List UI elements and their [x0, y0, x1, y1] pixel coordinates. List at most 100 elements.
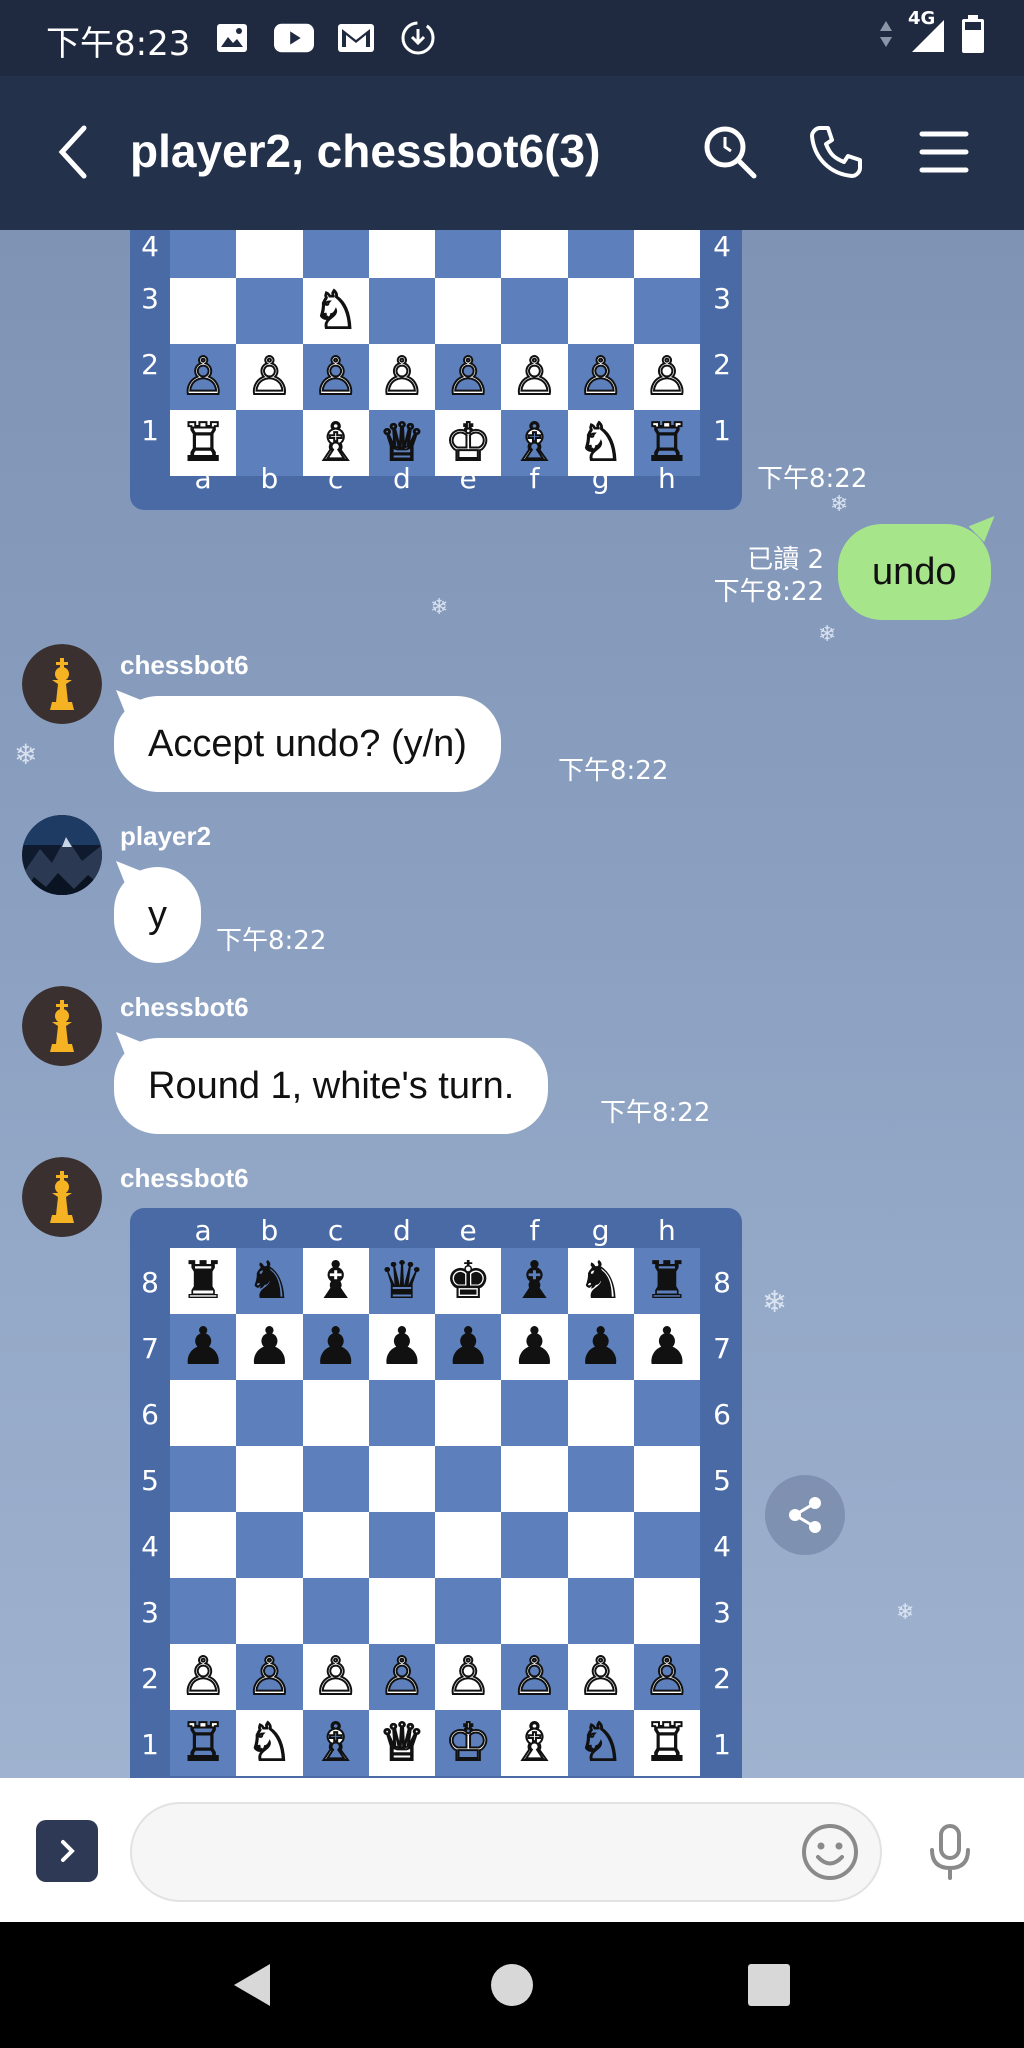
- message-text: Accept undo? (y/n): [148, 722, 467, 765]
- board-squares: ♘ ♙ ♙ ♙ ♙ ♙ ♙ ♙ ♙ ♖ ♗ ♕ ♔ ♗ ♘ ♖: [170, 230, 700, 476]
- board-square: [170, 278, 237, 344]
- avatar[interactable]: [22, 644, 102, 724]
- avatar[interactable]: [22, 986, 102, 1066]
- chess-piece: ♟: [302, 1314, 369, 1380]
- board-square: [501, 1446, 568, 1512]
- sender-name: chessbot6: [120, 650, 249, 680]
- sent-message-bubble[interactable]: undo: [838, 524, 991, 620]
- message-text: Round 1, white's turn.: [148, 1064, 515, 1107]
- board-square: [236, 1578, 303, 1644]
- board-square: [302, 230, 369, 278]
- chess-piece: ♙: [501, 344, 568, 410]
- received-message-bubble[interactable]: Round 1, white's turn.: [114, 1038, 549, 1134]
- signal-icon: 4G: [908, 8, 948, 54]
- chat-header: player2, chessbot6(3): [0, 76, 1024, 230]
- message-field[interactable]: [130, 1802, 882, 1902]
- chess-piece: ♙: [170, 1644, 237, 1710]
- download-icon: [398, 18, 438, 58]
- message-text: undo: [872, 550, 957, 593]
- board-square: [368, 278, 435, 344]
- board-square: [633, 1380, 700, 1446]
- chess-piece: ♞: [567, 1248, 634, 1314]
- chess-piece: ♙: [435, 1644, 502, 1710]
- board-square: [368, 1512, 435, 1578]
- received-message-bubble[interactable]: y: [114, 867, 201, 963]
- board-square: [368, 1578, 435, 1644]
- chevron-right-icon[interactable]: [36, 1820, 98, 1882]
- board-square: [567, 278, 634, 344]
- chat-area[interactable]: ❄ ❄ ❄ ❄ ❄ ❄ 4 3 2 1 4 3 2 1 ♘ ♙ ♙ ♙ ♙ ♙ ♙ ♙ ♙ ♖ ♗ ♕…: [0, 230, 1024, 1778]
- home-circle-icon[interactable]: [487, 1960, 537, 2010]
- system-nav-bar: [0, 1922, 1024, 2048]
- message-text: y: [148, 893, 167, 936]
- chess-piece: ♔: [435, 1710, 502, 1776]
- share-button[interactable]: [765, 1475, 845, 1555]
- chess-piece: ♕: [368, 1710, 435, 1776]
- board-square: [567, 1380, 634, 1446]
- board-rank-labels-left: 4 3 2 1: [141, 230, 159, 447]
- youtube-icon: [274, 18, 314, 58]
- avatar[interactable]: [22, 815, 102, 895]
- chess-piece: ♙: [633, 1644, 700, 1710]
- chess-piece: ♙: [435, 344, 502, 410]
- chevron-left-icon[interactable]: [52, 122, 100, 182]
- board-square: [435, 1380, 502, 1446]
- sender-name: chessbot6: [120, 992, 249, 1022]
- chess-piece: ♟: [170, 1314, 237, 1380]
- chess-piece: ♘: [302, 278, 369, 344]
- board-file-labels: a b c d e f g h: [194, 1214, 676, 1247]
- board-square: [368, 230, 435, 278]
- microphone-icon[interactable]: [920, 1822, 980, 1882]
- chess-board-previous[interactable]: 4 3 2 1 4 3 2 1 ♘ ♙ ♙ ♙ ♙ ♙ ♙ ♙ ♙ ♖ ♗ ♕ ♔ ♗ ♘ ♖ a b c d…: [130, 230, 742, 510]
- board-square: [435, 1578, 502, 1644]
- board-file-labels: a b c d e f g h: [194, 462, 676, 495]
- board-square: [501, 1578, 568, 1644]
- chess-piece: ♗: [501, 1710, 568, 1776]
- board-square: [567, 1446, 634, 1512]
- sender-name: chessbot6: [120, 1163, 249, 1193]
- gmail-icon: [336, 18, 376, 58]
- board-square: [236, 278, 303, 344]
- message-input[interactable]: [162, 1804, 802, 1900]
- board-square: [501, 278, 568, 344]
- read-receipt: 已讀 2 下午8:22: [713, 545, 824, 607]
- chess-piece: ♙: [567, 344, 634, 410]
- board-square: [302, 1446, 369, 1512]
- snowflake-icon: ❄: [896, 1600, 915, 1625]
- board-square: [236, 1512, 303, 1578]
- chess-piece: ♟: [236, 1314, 303, 1380]
- back-triangle-icon[interactable]: [228, 1960, 278, 2010]
- chess-piece: ♝: [501, 1248, 568, 1314]
- board-square: [567, 1512, 634, 1578]
- board-square: [302, 1512, 369, 1578]
- board-square: [236, 230, 303, 278]
- chess-piece: ♙: [501, 1644, 568, 1710]
- board-square: [435, 230, 502, 278]
- chat-title[interactable]: player2, chessbot6(3): [130, 124, 600, 178]
- received-message-bubble[interactable]: Accept undo? (y/n): [114, 696, 501, 792]
- board-square: [501, 1512, 568, 1578]
- chess-piece: ♗: [302, 1710, 369, 1776]
- chess-piece: ♙: [302, 344, 369, 410]
- chess-board-current[interactable]: a b c d e f g h 8 7 6 5 4 3 2 1 8 7 6 5 …: [130, 1208, 742, 1778]
- chess-piece: ♖: [633, 1710, 700, 1776]
- battery-icon: [962, 15, 984, 53]
- chess-piece: ♙: [236, 344, 303, 410]
- chess-piece: ♙: [236, 1644, 303, 1710]
- board-square: [633, 1512, 700, 1578]
- board-square: [368, 1446, 435, 1512]
- chess-piece: ♙: [302, 1644, 369, 1710]
- board-square: [170, 1446, 237, 1512]
- snowflake-icon: ❄: [818, 622, 837, 647]
- chess-piece: ♟: [368, 1314, 435, 1380]
- phone-icon[interactable]: [806, 122, 866, 182]
- emoji-icon[interactable]: [800, 1822, 860, 1882]
- search-icon[interactable]: [700, 122, 760, 182]
- board-square: [567, 1578, 634, 1644]
- menu-icon[interactable]: [914, 122, 974, 182]
- board-square: [501, 230, 568, 278]
- recents-square-icon[interactable]: [744, 1960, 794, 2010]
- chess-piece: ♙: [368, 344, 435, 410]
- board-rank-labels-right: 4 3 2 1: [713, 230, 731, 447]
- avatar[interactable]: [22, 1157, 102, 1237]
